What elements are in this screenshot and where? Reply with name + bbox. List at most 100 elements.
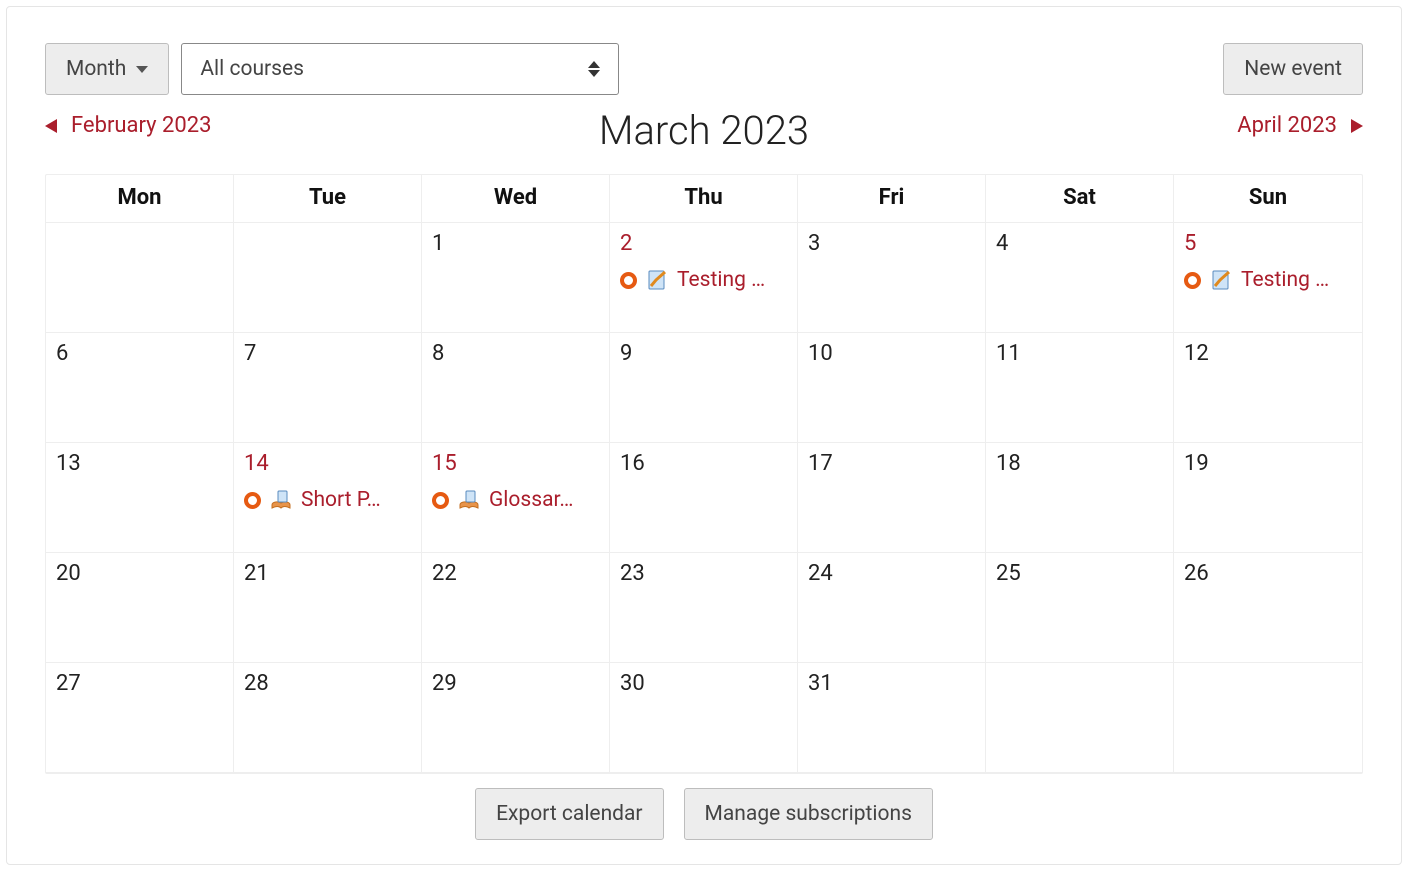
calendar-cell[interactable]: 20: [46, 553, 234, 663]
day-header: Sun: [1174, 175, 1362, 223]
footer-buttons: Export calendar Manage subscriptions: [45, 788, 1363, 840]
calendar-cell[interactable]: 10: [798, 333, 986, 443]
calendar-cell[interactable]: 21: [234, 553, 422, 663]
month-nav: February 2023 March 2023 April 2023: [45, 113, 1363, 138]
day-number: 13: [56, 451, 81, 476]
day-number: 18: [996, 451, 1021, 476]
day-number: 30: [620, 671, 645, 696]
calendar-cell[interactable]: 22: [422, 553, 610, 663]
new-event-button[interactable]: New event: [1223, 43, 1363, 95]
calendar-event[interactable]: Short P…: [244, 488, 411, 512]
day-number[interactable]: 14: [244, 451, 269, 476]
day-number: 6: [56, 341, 68, 366]
calendar-cell[interactable]: 24: [798, 553, 986, 663]
day-header: Wed: [422, 175, 610, 223]
manage-subscriptions-button[interactable]: Manage subscriptions: [684, 788, 933, 840]
day-header: Mon: [46, 175, 234, 223]
controls-row: Month All courses New event: [45, 43, 1363, 95]
view-select-button[interactable]: Month: [45, 43, 169, 95]
day-number: 21: [244, 561, 269, 586]
event-label: Testing …: [1241, 268, 1329, 292]
prev-month-label: February 2023: [71, 113, 211, 138]
triangle-left-icon: [45, 119, 57, 133]
calendar-cell[interactable]: 17: [798, 443, 986, 553]
calendar-cell[interactable]: 4: [986, 223, 1174, 333]
calendar-cell[interactable]: 27: [46, 663, 234, 773]
view-select-label: Month: [66, 57, 126, 81]
book-icon: [457, 488, 481, 512]
quiz-icon: [1209, 268, 1233, 292]
day-number: 7: [244, 341, 256, 366]
calendar-cell[interactable]: 7: [234, 333, 422, 443]
calendar-cell: [46, 223, 234, 333]
calendar-event[interactable]: Testing …: [620, 268, 787, 292]
calendar-title: March 2023: [599, 107, 809, 154]
calendar-cell[interactable]: 11: [986, 333, 1174, 443]
next-month-link[interactable]: April 2023: [1237, 113, 1363, 138]
day-number[interactable]: 15: [432, 451, 457, 476]
prev-month-link[interactable]: February 2023: [45, 113, 211, 138]
calendar-cell[interactable]: 14 Short P…: [234, 443, 422, 553]
day-number: 8: [432, 341, 444, 366]
book-icon: [269, 488, 293, 512]
calendar-cell[interactable]: 5 Testing …: [1174, 223, 1362, 333]
day-number: 11: [996, 341, 1021, 366]
calendar-cell[interactable]: 29: [422, 663, 610, 773]
calendar-cell[interactable]: 3: [798, 223, 986, 333]
calendar-event[interactable]: Testing …: [1184, 268, 1352, 292]
calendar-cell[interactable]: 6: [46, 333, 234, 443]
calendar-panel: Month All courses New event February 202…: [6, 6, 1402, 865]
calendar-cell[interactable]: 28: [234, 663, 422, 773]
calendar-cell: [986, 663, 1174, 773]
day-number[interactable]: 2: [620, 231, 632, 256]
calendar-cell[interactable]: 30: [610, 663, 798, 773]
day-header: Sat: [986, 175, 1174, 223]
day-number: 27: [56, 671, 81, 696]
calendar-cell[interactable]: 16: [610, 443, 798, 553]
manage-subscriptions-label: Manage subscriptions: [705, 802, 912, 826]
calendar-cell[interactable]: 18: [986, 443, 1174, 553]
calendar-body: 12Testing …345Testing …67891011121314Sho…: [46, 223, 1362, 773]
event-label: Short P…: [301, 488, 381, 512]
calendar-cell[interactable]: 9: [610, 333, 798, 443]
calendar-cell[interactable]: 12: [1174, 333, 1362, 443]
calendar-cell[interactable]: 8: [422, 333, 610, 443]
event-type-icon: [244, 492, 261, 509]
next-month-label: April 2023: [1237, 113, 1337, 138]
day-number: 17: [808, 451, 833, 476]
day-number: 1: [432, 231, 444, 256]
day-number: 29: [432, 671, 457, 696]
calendar-cell[interactable]: 31: [798, 663, 986, 773]
event-type-icon: [1184, 272, 1201, 289]
course-select[interactable]: All courses: [181, 43, 619, 95]
calendar-header: MonTueWedThuFriSatSun: [46, 175, 1362, 223]
calendar-cell[interactable]: 26: [1174, 553, 1362, 663]
triangle-right-icon: [1351, 119, 1363, 133]
chevron-down-icon: [136, 66, 148, 73]
day-number: 23: [620, 561, 645, 586]
day-number: 25: [996, 561, 1021, 586]
export-calendar-label: Export calendar: [496, 802, 642, 826]
day-number: 24: [808, 561, 833, 586]
calendar-cell: [234, 223, 422, 333]
event-label: Glossar…: [489, 488, 573, 512]
day-number[interactable]: 5: [1184, 231, 1196, 256]
export-calendar-button[interactable]: Export calendar: [475, 788, 663, 840]
event-type-icon: [432, 492, 449, 509]
course-select-label: All courses: [200, 57, 304, 81]
quiz-icon: [645, 268, 669, 292]
calendar-cell[interactable]: 1: [422, 223, 610, 333]
day-number: 4: [996, 231, 1008, 256]
calendar-cell[interactable]: 19: [1174, 443, 1362, 553]
calendar-cell[interactable]: 23: [610, 553, 798, 663]
calendar-event[interactable]: Glossar…: [432, 488, 599, 512]
calendar-cell[interactable]: 13: [46, 443, 234, 553]
calendar-cell[interactable]: 2 Testing …: [610, 223, 798, 333]
day-header: Thu: [610, 175, 798, 223]
day-number: 22: [432, 561, 457, 586]
day-number: 10: [808, 341, 833, 366]
calendar-cell[interactable]: 25: [986, 553, 1174, 663]
select-arrows-icon: [588, 61, 600, 77]
day-number: 20: [56, 561, 81, 586]
calendar-cell[interactable]: 15 Glossar…: [422, 443, 610, 553]
